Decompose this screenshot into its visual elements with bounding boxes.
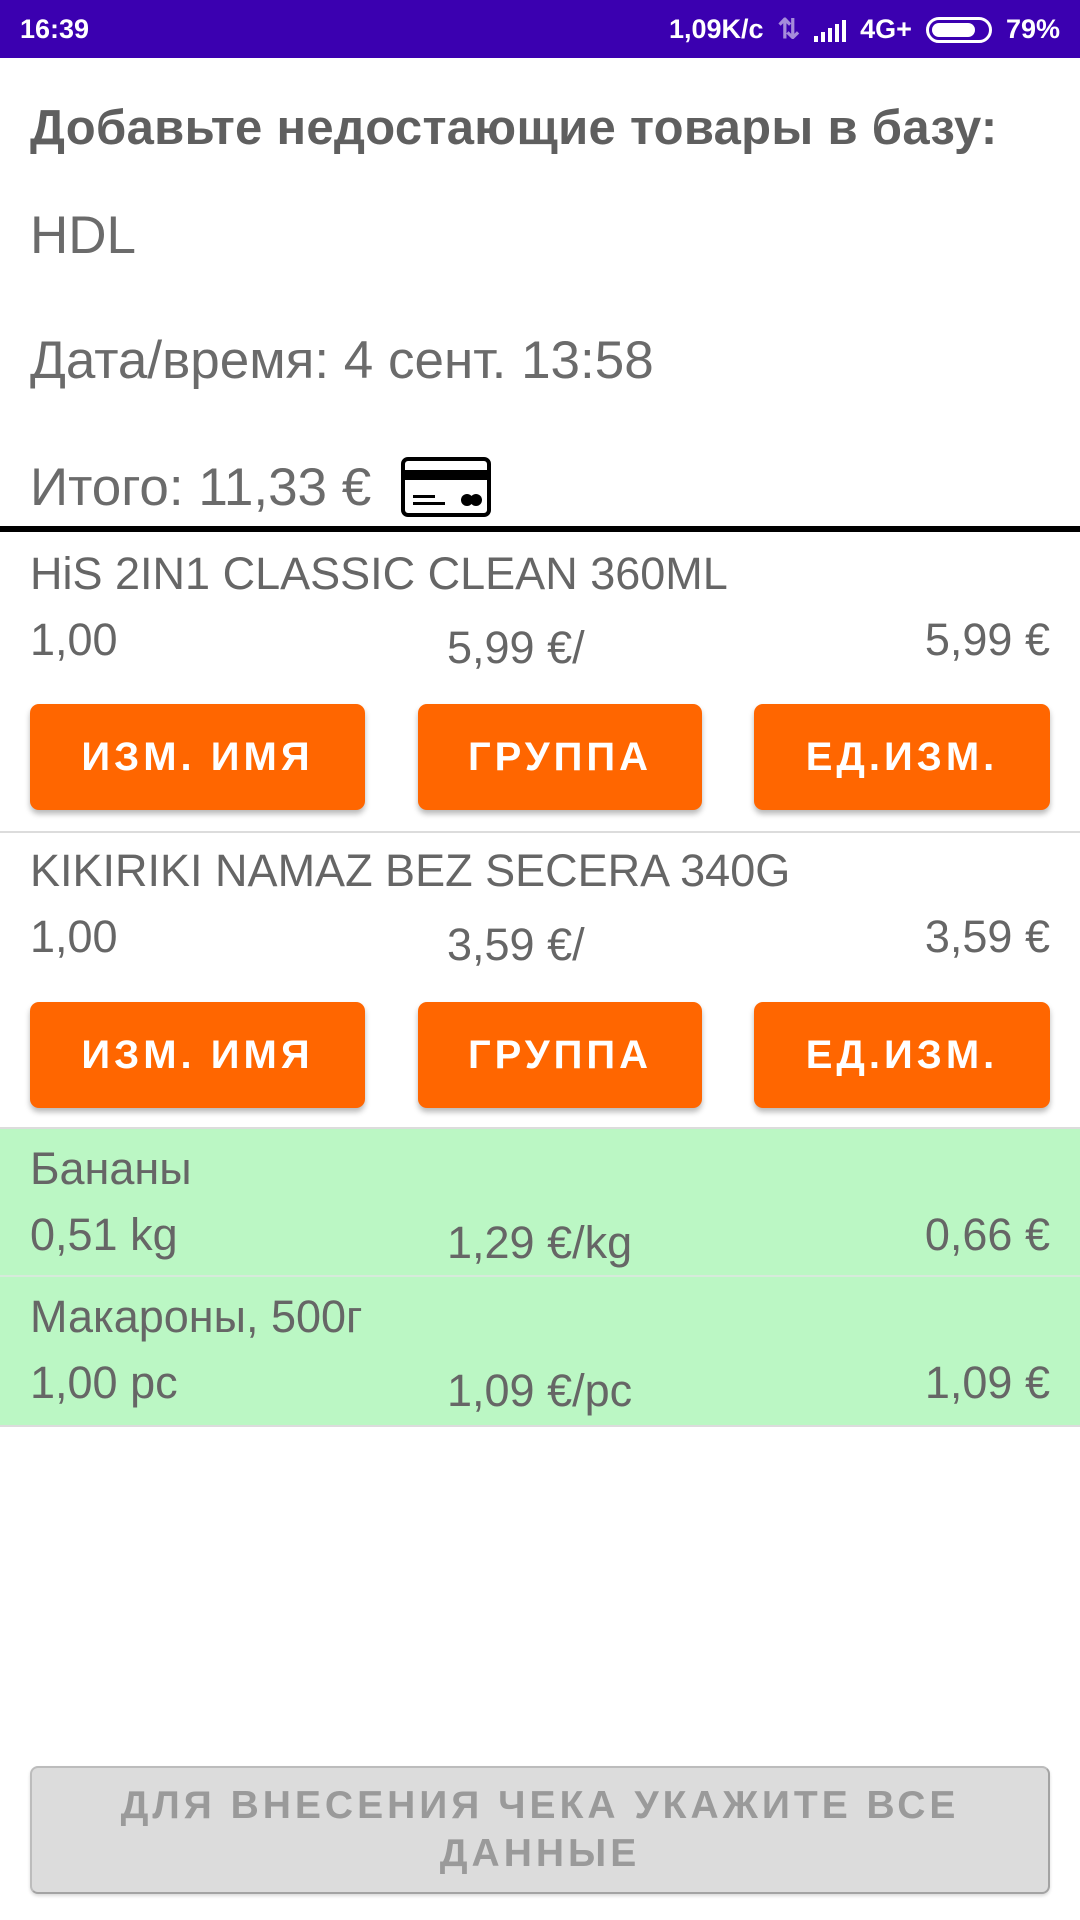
page-title: Добавьте недостающие товары в базу: — [30, 101, 998, 155]
list-item[interactable]: Бананы 0,51 kg 1,29 €/kg 0,66 € — [0, 1129, 1080, 1275]
list-item[interactable]: Макароны, 500г 1,00 pc 1,09 €/pc 1,09 € — [0, 1277, 1080, 1425]
item-unit-price: 5,99 €/ — [447, 622, 585, 673]
data-transfer-icon: ⇅ — [777, 14, 801, 44]
submit-receipt-button[interactable]: ДЛЯ ВНЕСЕНИЯ ЧЕКА УКАЖИТЕ ВСЕ ДАННЫЕ — [30, 1766, 1050, 1894]
signal-icon — [814, 18, 847, 42]
battery-icon — [925, 16, 992, 43]
item-quantity: 1,00 — [30, 911, 118, 962]
status-time: 16:39 — [20, 14, 90, 44]
item-name: KIKIRIKI NAMAZ BEZ SECERA 340G — [30, 845, 791, 896]
rename-button[interactable]: ИЗМ. ИМЯ — [30, 1002, 365, 1108]
item-unit-price: 1,09 €/pc — [447, 1365, 633, 1416]
item-unit-price: 1,29 €/kg — [447, 1217, 633, 1268]
item-sum: 5,99 € — [924, 614, 1050, 665]
battery-percent: 79% — [1005, 14, 1060, 44]
group-button[interactable]: ГРУППА — [418, 704, 702, 810]
item-sum: 1,09 € — [924, 1357, 1050, 1408]
network-speed: 1,09K/c — [668, 14, 764, 44]
status-bar: 16:39 1,09K/c ⇅ 4G+ 79% — [0, 0, 1080, 58]
network-type: 4G+ — [860, 14, 912, 44]
item-quantity: 1,00 pc — [30, 1357, 178, 1408]
unit-button[interactable]: ЕД.ИЗМ. — [754, 1002, 1050, 1108]
item-name: Бананы — [30, 1143, 192, 1194]
item-sum: 3,59 € — [924, 911, 1050, 962]
unit-button[interactable]: ЕД.ИЗМ. — [754, 704, 1050, 810]
item-divider — [0, 1425, 1080, 1427]
group-button[interactable]: ГРУППА — [418, 1002, 702, 1108]
list-item: KIKIRIKI NAMAZ BEZ SECERA 340G 1,00 3,59… — [0, 833, 1080, 1128]
item-quantity: 1,00 — [30, 614, 118, 665]
store-name: HDL — [30, 206, 137, 265]
item-sum: 0,66 € — [924, 1209, 1050, 1260]
item-name: Макароны, 500г — [30, 1291, 363, 1342]
receipt-total: Итого: 11,33 € — [30, 457, 372, 517]
status-indicators: 1,09K/c ⇅ 4G+ 79% — [669, 14, 1060, 45]
item-name: HiS 2IN1 CLASSIC CLEAN 360ML — [30, 548, 728, 599]
item-quantity: 0,51 kg — [30, 1209, 178, 1260]
receipt-datetime: Дата/время: 4 сент. 13:58 — [30, 331, 654, 390]
credit-card-icon — [401, 457, 492, 517]
list-item: HiS 2IN1 CLASSIC CLEAN 360ML 1,00 5,99 €… — [0, 532, 1080, 832]
total-row: Итого: 11,33 € — [30, 455, 492, 519]
item-unit-price: 3,59 €/ — [447, 919, 585, 970]
rename-button[interactable]: ИЗМ. ИМЯ — [30, 704, 365, 810]
